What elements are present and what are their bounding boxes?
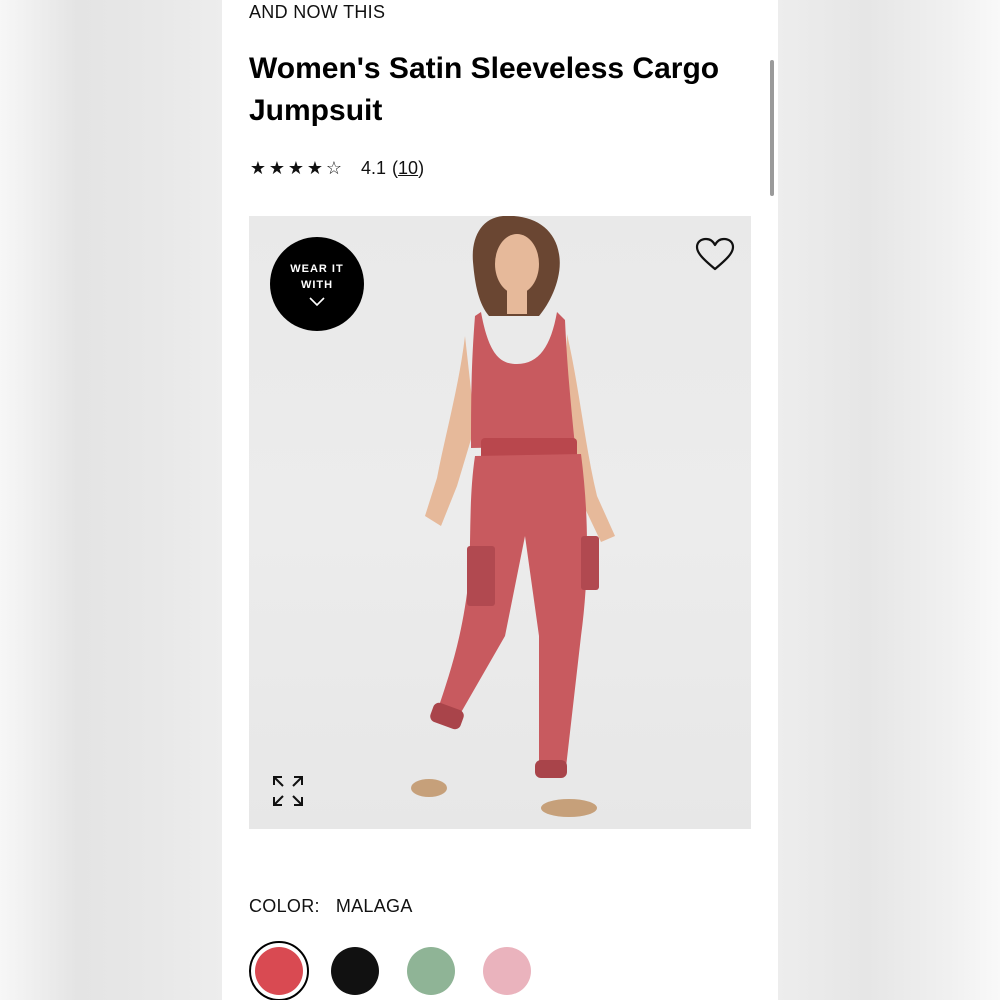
- color-label: COLOR:: [249, 896, 320, 916]
- product-image[interactable]: WEAR IT WITH: [249, 216, 751, 829]
- swatch-color: [407, 947, 455, 995]
- wear-it-label: WEAR IT WITH: [290, 263, 344, 291]
- selected-color-name: MALAGA: [335, 896, 413, 916]
- product-rating[interactable]: ★ ★ ★ ★ ☆ 4.1 (10): [249, 156, 424, 180]
- star-full-icon: ★: [306, 157, 324, 178]
- background-left: [0, 0, 222, 1000]
- star-empty-icon: ☆: [325, 157, 343, 178]
- star-rating: ★ ★ ★ ★ ☆: [249, 158, 343, 179]
- expand-icon[interactable]: [271, 774, 305, 808]
- swatch-color: [255, 947, 303, 995]
- scrollbar[interactable]: [770, 60, 774, 196]
- product-title: Women's Satin Sleeveless Cargo Jumpsuit: [249, 52, 720, 127]
- review-count-link[interactable]: (10): [392, 158, 424, 179]
- background-right: [778, 0, 1000, 1000]
- color-selection-label: COLOR: MALAGA: [249, 896, 413, 917]
- swatch-pink[interactable]: [477, 941, 537, 1000]
- swatch-color: [331, 947, 379, 995]
- swatch-black[interactable]: [325, 941, 385, 1000]
- star-full-icon: ★: [287, 157, 305, 178]
- swatch-malaga[interactable]: [249, 941, 309, 1000]
- wear-it-with-button[interactable]: WEAR IT WITH: [270, 237, 364, 331]
- heart-icon[interactable]: [695, 237, 735, 273]
- chevron-down-icon: [309, 297, 325, 307]
- swatch-sage[interactable]: [401, 941, 461, 1000]
- brand-name[interactable]: AND NOW THIS: [249, 2, 385, 23]
- swatch-color: [483, 947, 531, 995]
- product-page: AND NOW THIS Women's Satin Sleeveless Ca…: [222, 0, 778, 1000]
- star-full-icon: ★: [268, 157, 286, 178]
- star-full-icon: ★: [249, 157, 267, 178]
- color-swatches: [249, 941, 537, 1000]
- rating-value: 4.1: [361, 157, 387, 178]
